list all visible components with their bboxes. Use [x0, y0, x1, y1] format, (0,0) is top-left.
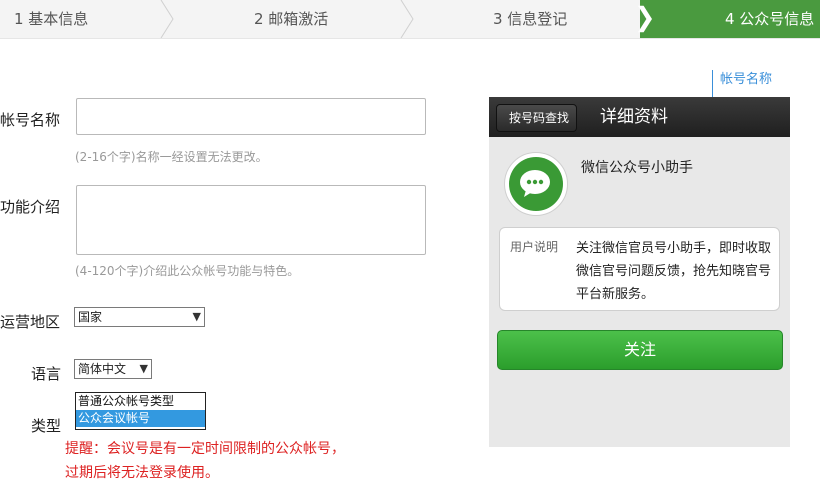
- phone-title-bar: 按号码查找 详细资料: [489, 97, 790, 137]
- intro-hint: (4-120个字)介绍此公众帐号功能与特色。: [75, 264, 300, 278]
- annotation-account-name: 帐号名称: [720, 72, 773, 87]
- region-select-value: 国家: [78, 310, 103, 324]
- account-name-label: 帐号名称: [0, 111, 61, 129]
- region-label: 运营地区: [0, 313, 61, 331]
- back-button[interactable]: 按号码查找: [496, 104, 578, 132]
- intro-label: 功能介绍: [0, 198, 61, 216]
- step-separator-icon: [400, 0, 414, 38]
- follow-button[interactable]: 关注: [497, 330, 783, 370]
- phone-title: 详细资料: [600, 107, 668, 127]
- description-text: 关注微信官员号小助手，即时收取微信官号问题反馈，抢先知晓官号平台新服务。: [576, 241, 772, 302]
- intro-textarea[interactable]: [76, 185, 426, 255]
- language-select-value: 简体中文: [78, 362, 127, 376]
- step-separator-icon: [638, 5, 652, 33]
- language-select[interactable]: 简体中文 ▼: [74, 359, 152, 379]
- meeting-account-warning: 提醒：会议号是有一定时间限制的公众帐号，过期后将无法登录使用。: [65, 441, 345, 481]
- step-info-registration: 3 信息登记: [493, 10, 568, 28]
- type-listbox[interactable]: 普通公众帐号类型 公众会议帐号: [75, 392, 206, 430]
- account-name-input[interactable]: [76, 98, 426, 135]
- type-label: 类型: [31, 417, 62, 435]
- region-select[interactable]: 国家 ▼: [74, 307, 205, 327]
- type-option-normal[interactable]: 普通公众帐号类型: [76, 393, 205, 410]
- preview-account-name: 微信公众号小助手: [581, 160, 693, 176]
- step-account-info: 4 公众号信息: [725, 10, 815, 28]
- account-name-hint: (2-16个字)名称一经设置无法更改。: [75, 150, 268, 164]
- step-email-activation: 2 邮箱激活: [254, 10, 329, 28]
- avatar: [504, 152, 568, 216]
- chevron-down-icon: ▼: [139, 362, 148, 375]
- step-progress-bar: 1 基本信息 2 邮箱激活 3 信息登记 4 公众号信息: [0, 0, 820, 39]
- wechat-logo-icon: [509, 157, 563, 211]
- type-option-meeting[interactable]: 公众会议帐号: [76, 410, 205, 427]
- chevron-down-icon: ▼: [192, 310, 201, 323]
- step-separator-icon: [160, 0, 174, 38]
- step-basic-info: 1 基本信息: [14, 10, 89, 28]
- description-box: 用户说明 关注微信官员号小助手，即时收取微信官号问题反馈，抢先知晓官号平台新服务…: [499, 227, 780, 311]
- description-label: 用户说明: [510, 240, 559, 254]
- language-label: 语言: [31, 365, 62, 383]
- phone-preview: 按号码查找 详细资料 微信公众号小助手 用户说明 关注微信官员号小助手，即时收取…: [489, 97, 790, 447]
